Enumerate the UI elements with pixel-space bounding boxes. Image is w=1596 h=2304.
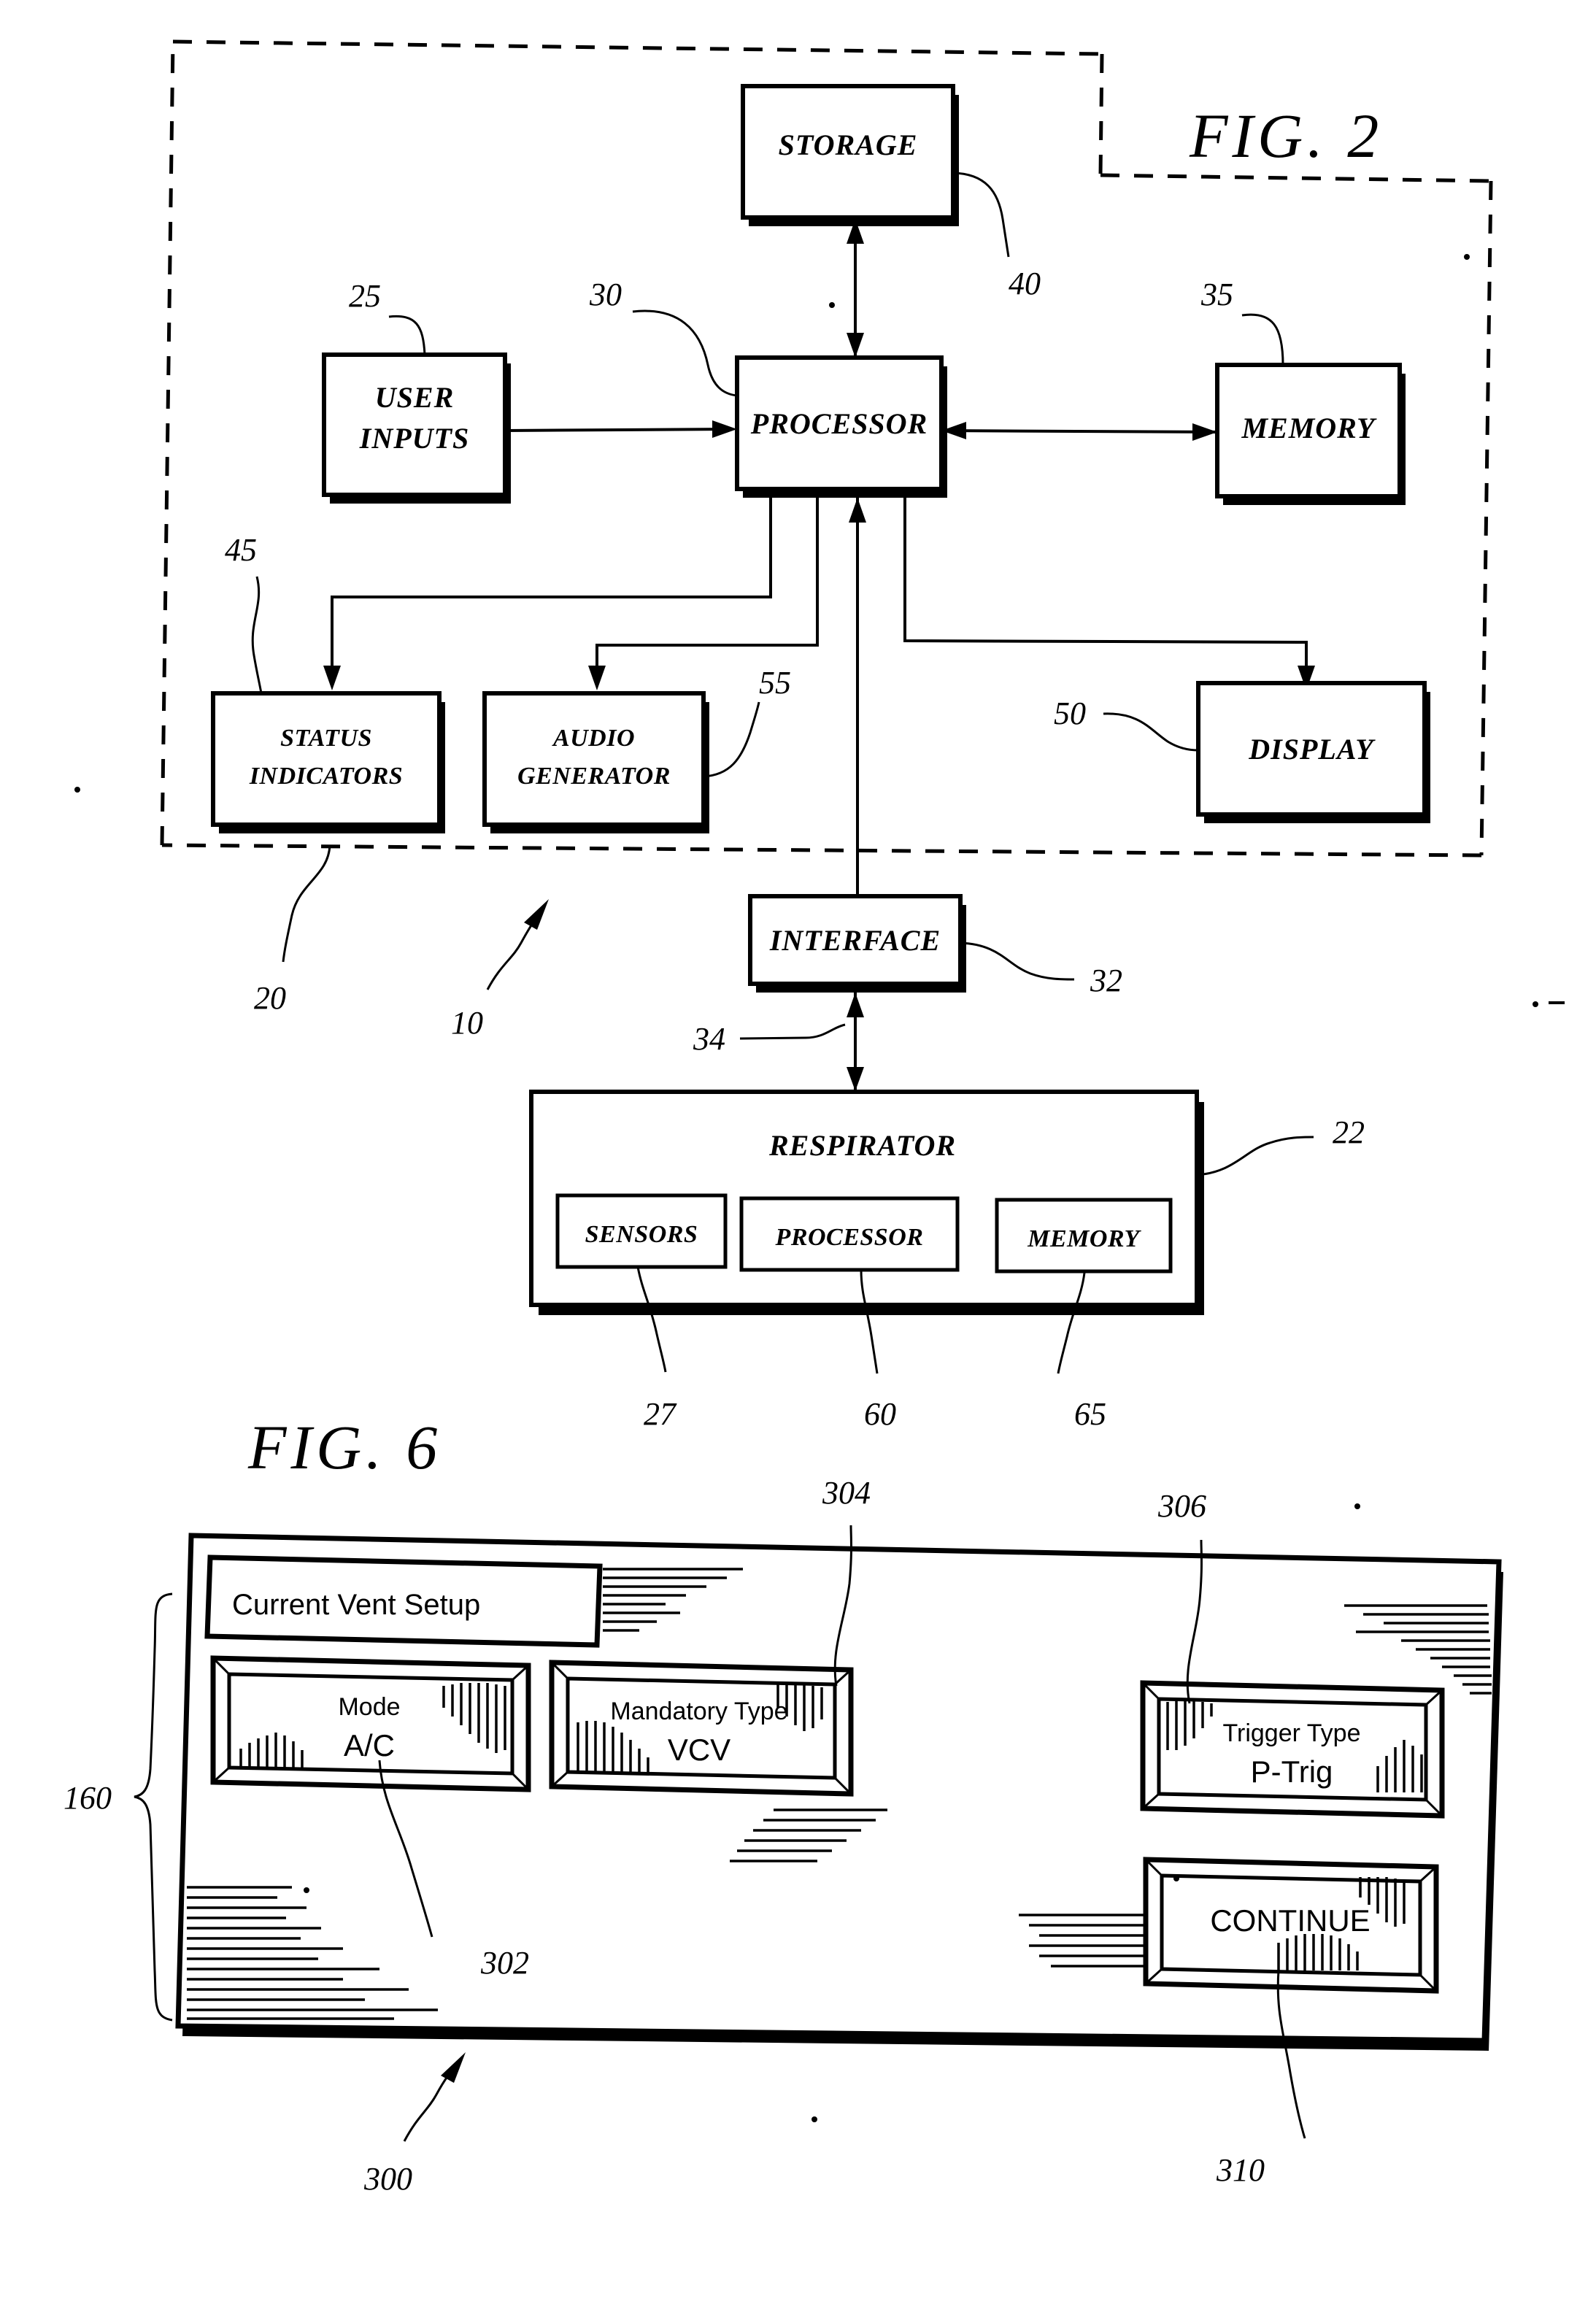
sensors-label: SENSORS xyxy=(585,1221,698,1248)
processor-audio-link xyxy=(588,489,819,690)
ref-34: 34 xyxy=(693,1021,846,1057)
ref-label-40: 40 xyxy=(1009,266,1041,301)
status-indicators-label-line2: INDICATORS xyxy=(249,763,403,790)
figure-6-title: FIG. 6 xyxy=(247,1412,442,1482)
processor-display-link xyxy=(903,489,1315,690)
vent-setup-title-plate: Current Vent Setup xyxy=(204,1554,603,1648)
interface-respirator-link xyxy=(847,993,864,1091)
ref-30: 30 xyxy=(589,277,738,397)
processor-interface-link xyxy=(849,498,866,898)
ref-40: 40 xyxy=(952,172,1041,301)
ref-label-20: 20 xyxy=(254,980,286,1016)
display-label: DISPLAY xyxy=(1248,733,1376,766)
status-indicators-box: STATUS INDICATORS xyxy=(211,691,445,833)
ref-10: 10 xyxy=(451,899,549,1041)
ref-50: 50 xyxy=(1054,696,1199,752)
mandatory-type-caption: Mandatory Type xyxy=(610,1698,787,1725)
ref-label-22: 22 xyxy=(1333,1114,1365,1150)
mandatory-type-value: VCV xyxy=(668,1733,730,1767)
audio-generator-label-line1: AUDIO xyxy=(552,725,635,752)
user-inputs-processor-link xyxy=(504,420,737,438)
respirator-memory-box: MEMORY xyxy=(995,1198,1173,1274)
display-box: DISPLAY xyxy=(1196,681,1430,823)
processor-label: PROCESSOR xyxy=(750,407,928,440)
ref-label-45: 45 xyxy=(225,532,257,568)
ref-22: 22 xyxy=(1196,1114,1365,1176)
ref-55: 55 xyxy=(703,665,791,778)
mode-button[interactable]: Mode A/C xyxy=(210,1655,531,1792)
ref-20: 20 xyxy=(254,844,331,1016)
storage-box: STORAGE xyxy=(741,84,959,226)
ref-32: 32 xyxy=(960,941,1122,998)
ref-160: 160 xyxy=(63,1592,173,2022)
drawing-canvas: FIG. 2 STORAGE 40 USER INPUTS 25 PROCESS… xyxy=(63,39,1565,2197)
ref-35: 35 xyxy=(1200,277,1284,366)
vent-setup-title: Current Vent Setup xyxy=(232,1589,480,1621)
ref-label-55: 55 xyxy=(759,665,791,701)
mode-button-caption: Mode xyxy=(338,1693,400,1721)
ref-label-310: 310 xyxy=(1216,2152,1265,2188)
trigger-type-caption: Trigger Type xyxy=(1223,1719,1361,1747)
figure-2-title: FIG. 2 xyxy=(1189,101,1383,171)
ref-45: 45 xyxy=(225,532,263,694)
respirator-processor-box: PROCESSOR xyxy=(739,1196,960,1272)
ref-label-27: 27 xyxy=(644,1396,677,1432)
ref-label-160: 160 xyxy=(63,1780,112,1816)
respirator-processor-label: PROCESSOR xyxy=(775,1224,924,1251)
user-inputs-box: USER INPUTS xyxy=(322,352,511,504)
processor-status-link xyxy=(323,489,772,690)
ref-label-35: 35 xyxy=(1200,277,1233,312)
memory-label: MEMORY xyxy=(1241,412,1377,444)
patent-drawing-sheet: FIG. 2 STORAGE 40 USER INPUTS 25 PROCESS… xyxy=(0,0,1596,2304)
trigger-type-button[interactable]: Trigger Type P-Trig xyxy=(1140,1680,1445,1819)
storage-processor-link xyxy=(847,219,864,358)
respirator-sensors-box: SENSORS xyxy=(555,1193,728,1269)
memory-box: MEMORY xyxy=(1215,363,1406,505)
ref-label-25: 25 xyxy=(349,278,381,314)
storage-label: STORAGE xyxy=(779,128,918,161)
continue-button-label: CONTINUE xyxy=(1210,1903,1370,1938)
ref-label-60: 60 xyxy=(864,1396,896,1432)
user-inputs-label-line2: INPUTS xyxy=(359,422,469,455)
interface-label: INTERFACE xyxy=(769,924,941,957)
mode-button-value: A/C xyxy=(344,1728,395,1762)
respirator-label: RESPIRATOR xyxy=(768,1129,956,1162)
ref-label-300: 300 xyxy=(363,2161,412,2197)
mandatory-type-button[interactable]: Mandatory Type VCV xyxy=(549,1660,854,1797)
ref-label-50: 50 xyxy=(1054,696,1086,731)
audio-generator-box: AUDIO GENERATOR xyxy=(482,691,709,833)
ref-label-10: 10 xyxy=(451,1005,483,1041)
ref-label-32: 32 xyxy=(1090,963,1122,998)
processor-box: PROCESSOR xyxy=(735,355,947,498)
ref-label-304: 304 xyxy=(822,1475,871,1511)
continue-button[interactable]: CONTINUE xyxy=(1143,1857,1439,1994)
ref-label-65: 65 xyxy=(1074,1396,1106,1432)
user-inputs-label-line1: USER xyxy=(375,381,455,414)
audio-generator-label-line2: GENERATOR xyxy=(517,763,671,790)
ref-label-306: 306 xyxy=(1157,1488,1206,1524)
ref-label-302: 302 xyxy=(480,1945,529,1981)
figure-2: FIG. 2 STORAGE 40 USER INPUTS 25 PROCESS… xyxy=(160,39,1493,1432)
figure-6: FIG. 6 Current Vent Setup Mode A/C 302 M… xyxy=(63,1412,1503,2197)
ref-label-30: 30 xyxy=(589,277,622,312)
ref-300: 300 xyxy=(363,2052,466,2197)
status-indicators-label-line1: STATUS xyxy=(280,725,372,752)
trigger-type-value: P-Trig xyxy=(1251,1754,1333,1789)
ref-label-34: 34 xyxy=(693,1021,725,1057)
processor-memory-link xyxy=(941,422,1218,441)
respirator-memory-label: MEMORY xyxy=(1027,1225,1141,1252)
ref-25: 25 xyxy=(349,278,426,355)
interface-box: INTERFACE xyxy=(748,894,966,993)
